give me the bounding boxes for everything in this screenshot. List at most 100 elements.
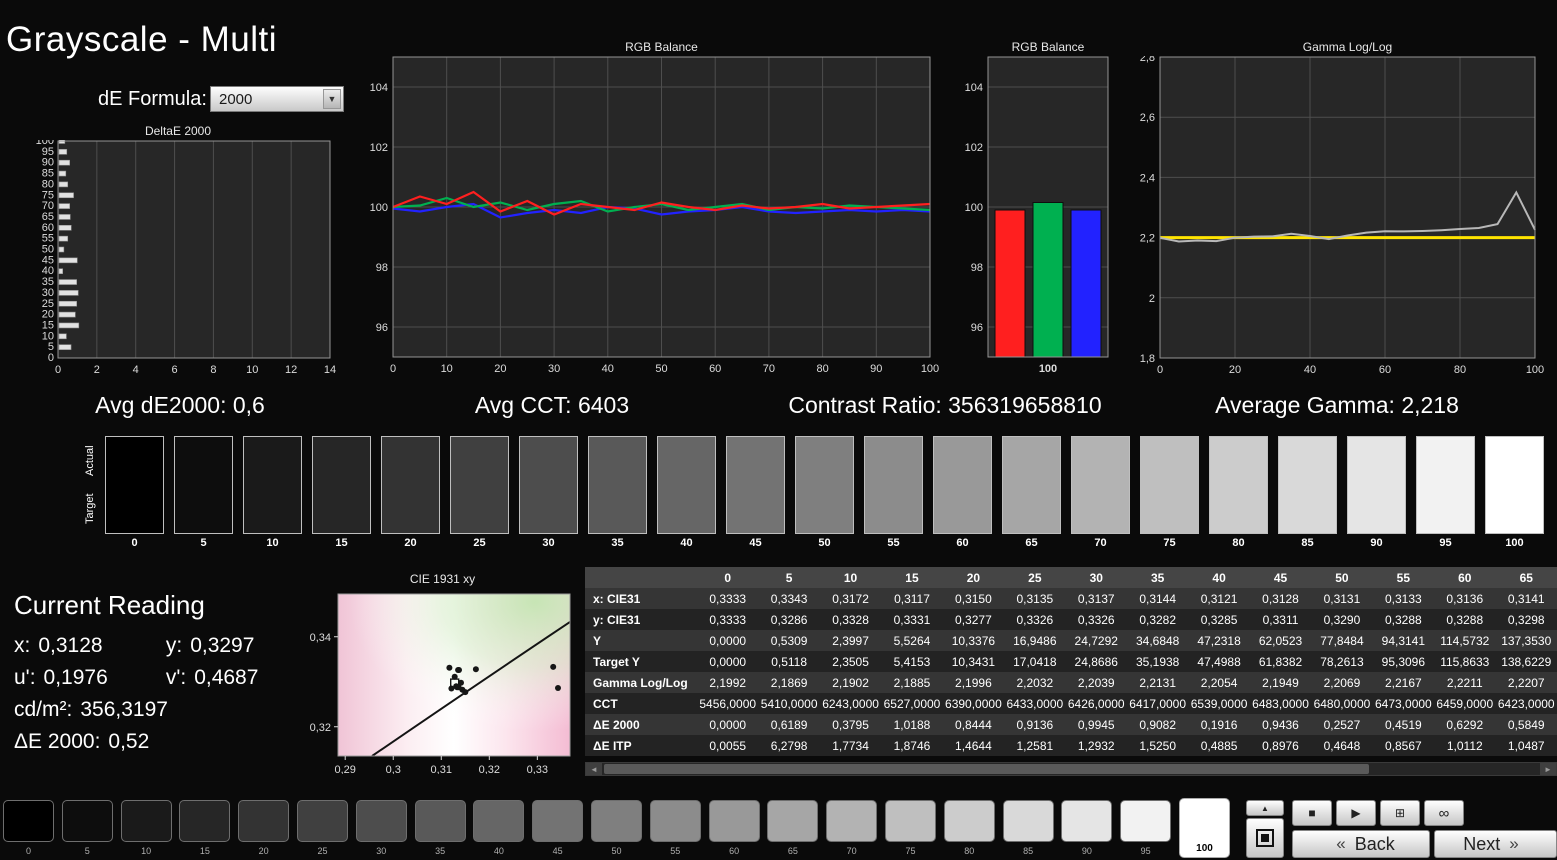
svg-text:100: 100	[965, 202, 983, 214]
patch-label-40: 40	[493, 846, 504, 856]
pattern-window-icon	[1256, 829, 1274, 847]
grayscale-patch-25[interactable]	[297, 800, 348, 842]
swatch-100	[1485, 436, 1544, 534]
svg-text:96: 96	[971, 322, 983, 334]
grayscale-patch-20[interactable]	[238, 800, 290, 842]
grayscale-patch-50[interactable]	[591, 800, 642, 842]
deltae-bar-25	[58, 300, 77, 307]
grayscale-patch-55[interactable]	[649, 800, 701, 842]
patch-label-15: 15	[199, 846, 210, 856]
table-cell: 0,3136	[1446, 591, 1484, 606]
table-col-header-20: 20	[942, 567, 1005, 588]
de-formula-dropdown[interactable]: 2000 ▼	[210, 86, 344, 112]
table-col-header-45: 45	[1249, 567, 1312, 588]
table-cell: 0,5118	[771, 654, 808, 669]
table-cell: 1,4644	[955, 738, 992, 753]
next-button-label: Next	[1463, 833, 1501, 854]
swatch-label-25: 25	[473, 537, 486, 549]
collapse-button[interactable]: ▲	[1246, 800, 1284, 816]
luminance-label: cd/m²:	[14, 698, 73, 721]
y-value: 0,3297	[190, 634, 255, 657]
table-cell: 0,3285	[1200, 612, 1238, 627]
rgb-balance-bar-chart: RGB Balance 96 98 100 102 104 100	[955, 40, 1120, 385]
table-cell: 0,3328	[832, 612, 869, 627]
svg-text:100: 100	[1039, 363, 1057, 375]
table-cell: 10,3376	[951, 633, 996, 648]
table-cell: 1,8746	[893, 738, 931, 753]
play-icon: ▶	[1351, 806, 1361, 820]
grayscale-patch-0[interactable]	[3, 800, 54, 842]
swatch-70	[1071, 436, 1130, 534]
grayscale-patch-40[interactable]	[473, 800, 525, 842]
table-cell: 6480,0000	[1313, 696, 1371, 711]
svg-text:40: 40	[1304, 364, 1316, 376]
table-cell: 2,2207	[1507, 675, 1545, 690]
table-cell: 0,3288	[1446, 612, 1484, 627]
swatch-5	[174, 436, 233, 534]
grayscale-patch-60[interactable]	[708, 800, 760, 842]
dropdown-arrow-icon: ▼	[323, 89, 341, 109]
horizontal-scrollbar[interactable]: ◄ ►	[585, 762, 1557, 776]
swatch-40	[657, 436, 716, 534]
pattern-window-button[interactable]	[1246, 818, 1284, 858]
table-cell: 6433,0000	[1006, 696, 1064, 711]
table-cell: 0,3331	[893, 612, 931, 627]
next-button[interactable]: Next »	[1434, 830, 1557, 858]
collapse-icon: ▲	[1261, 803, 1269, 813]
loop-button[interactable]: ∞	[1424, 800, 1464, 826]
table-cell: 47,2318	[1197, 633, 1241, 648]
grayscale-patch-5[interactable]	[61, 800, 113, 842]
grayscale-patch-15[interactable]	[179, 800, 231, 842]
deltae-bar-80	[58, 181, 69, 188]
table-cell: 0,8976	[1262, 738, 1299, 753]
svg-text:0,32: 0,32	[479, 764, 500, 774]
current-reading-xy: x: 0,3128 y: 0,3297	[14, 634, 312, 658]
grayscale-patch-35[interactable]	[414, 800, 466, 842]
scrollbar-thumb[interactable]	[604, 764, 1369, 774]
next-chevron-icon: »	[1509, 834, 1519, 853]
table-row-label: Y	[593, 633, 602, 648]
svg-text:2,8: 2,8	[1140, 56, 1155, 64]
cie-point-1	[555, 685, 561, 691]
swatch-label-55: 55	[887, 537, 900, 549]
grayscale-patch-80[interactable]	[943, 800, 995, 842]
deltae-bar-90	[58, 159, 70, 166]
table-col-header-15: 15	[881, 567, 943, 588]
stop-button[interactable]: ■	[1292, 800, 1332, 826]
back-button[interactable]: « Back	[1292, 830, 1430, 858]
table-row-label: CCT	[593, 696, 618, 711]
grayscale-patch-45[interactable]	[532, 800, 584, 842]
svg-text:80: 80	[816, 363, 828, 375]
grayscale-patch-95[interactable]	[1120, 800, 1172, 842]
grayscale-patch-75[interactable]	[885, 800, 936, 842]
grayscale-patch-90[interactable]	[1061, 800, 1113, 842]
svg-text:0,33: 0,33	[527, 764, 548, 774]
rgb-balance-line-chart: RGB Balance 0 10 20 30 40 50 60 70 80 90 100 96 98 10…	[360, 40, 941, 385]
swatch-15	[312, 436, 371, 534]
table-col-header-65: 65	[1495, 567, 1557, 588]
swatch-25	[450, 436, 509, 534]
grayscale-patch-30[interactable]	[355, 800, 407, 842]
swatch-label-45: 45	[749, 537, 762, 549]
cie-chart-title: CIE 1931 xy	[409, 572, 476, 586]
table-row: Target Y 0,0000 0,5118 2,3505 5,4153 10,3431 1…	[585, 651, 1557, 672]
svg-text:104: 104	[965, 82, 983, 94]
svg-text:40: 40	[602, 363, 614, 375]
scroll-left-button[interactable]: ◄	[586, 763, 602, 775]
swatch-row: 0 5 10 15 20 25 30 35 40 45 50 55 60 65 70 75 80 85 90 95 10…	[80, 433, 1557, 557]
table-cell: 0,3298	[1507, 612, 1545, 627]
contrast-stat: Contrast Ratio: 356319658810	[788, 392, 1102, 418]
svg-text:0,31: 0,31	[431, 764, 452, 774]
scroll-right-button[interactable]: ►	[1540, 763, 1556, 775]
grayscale-patch-70[interactable]	[826, 800, 878, 842]
grayscale-patch-100[interactable]: 100	[1179, 798, 1230, 858]
table-cell: 0,0000	[709, 717, 747, 732]
expand-button[interactable]: ⊞	[1380, 800, 1420, 826]
play-button[interactable]: ▶	[1336, 800, 1376, 826]
grayscale-patch-10[interactable]	[120, 800, 172, 842]
table-cell: 0,6292	[1446, 717, 1484, 732]
grayscale-patch-85[interactable]	[1002, 800, 1054, 842]
table-cell: 0,3333	[709, 591, 747, 606]
table-cell: 0,3144	[1139, 591, 1177, 606]
grayscale-patch-65[interactable]	[767, 800, 819, 842]
